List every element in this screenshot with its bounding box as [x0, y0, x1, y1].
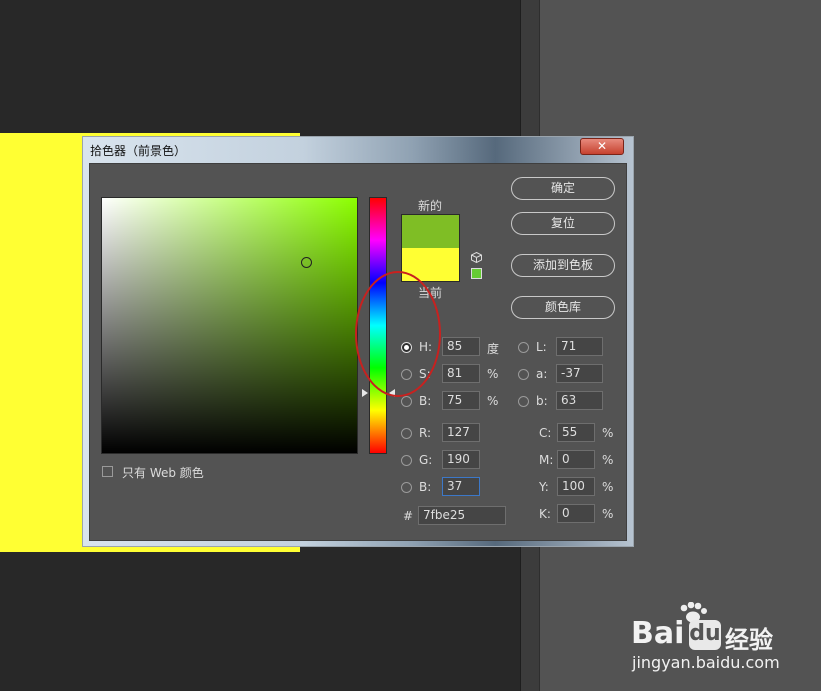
watermark-brand-right: du	[689, 620, 721, 650]
hex-label: #	[403, 509, 414, 523]
brightness-unit: %	[487, 394, 499, 408]
close-button[interactable]: ✕	[580, 138, 624, 155]
annotation-ellipse	[355, 271, 441, 397]
lab-b-label: b:	[536, 394, 548, 408]
color-field-cursor[interactable]	[301, 257, 312, 268]
new-color-label: 新的	[418, 199, 443, 213]
brightness-label: B:	[419, 394, 432, 408]
cyan-input[interactable]: 55	[557, 423, 595, 442]
magenta-label: M:	[539, 453, 554, 467]
saturation-unit: %	[487, 367, 499, 381]
lab-b-radio[interactable]	[518, 396, 529, 407]
green-radio[interactable]	[401, 455, 412, 466]
web-colors-only-label: 只有 Web 颜色	[122, 466, 204, 480]
lab-b-input[interactable]: 63	[556, 391, 603, 410]
color-field[interactable]	[101, 197, 358, 454]
brightness-input[interactable]: 75	[442, 391, 480, 410]
magenta-unit: %	[602, 453, 614, 467]
add-to-swatches-button[interactable]: 添加到色板	[511, 254, 615, 277]
red-radio[interactable]	[401, 428, 412, 439]
hue-unit: 度	[487, 342, 500, 356]
lab-a-radio[interactable]	[518, 369, 529, 380]
watermark-brand-left: Bai	[631, 616, 685, 651]
saturation-input[interactable]: 81	[442, 364, 480, 383]
black-label: K:	[539, 507, 551, 521]
blue-input[interactable]: 37	[442, 477, 480, 496]
ok-button[interactable]: 确定	[511, 177, 615, 200]
lab-l-radio[interactable]	[518, 342, 529, 353]
hue-input[interactable]: 85	[442, 337, 480, 356]
web-colors-only-checkbox[interactable]	[102, 466, 113, 477]
black-unit: %	[602, 507, 614, 521]
magenta-input[interactable]: 0	[557, 450, 595, 469]
watermark-url: jingyan.baidu.com	[632, 653, 780, 672]
lab-a-input[interactable]: -37	[556, 364, 603, 383]
red-input[interactable]: 127	[442, 423, 480, 442]
yellow-label: Y:	[539, 480, 549, 494]
hue-slider-left-arrow-icon[interactable]	[362, 389, 368, 397]
lab-a-label: a:	[536, 367, 548, 381]
brightness-radio[interactable]	[401, 396, 412, 407]
hex-input[interactable]: 7fbe25	[418, 506, 506, 525]
blue-label: B:	[419, 480, 432, 494]
cube-icon[interactable]	[471, 252, 482, 263]
dialog-title: 拾色器（前景色）	[90, 144, 187, 158]
yellow-input[interactable]: 100	[557, 477, 595, 496]
watermark-brand-cn: 经验	[725, 626, 773, 654]
web-safe-color-swatch[interactable]	[471, 268, 482, 279]
lab-l-label: L:	[536, 340, 547, 354]
dialog-titlebar[interactable]: 拾色器（前景色） ✕	[83, 137, 633, 161]
green-label: G:	[419, 453, 433, 467]
cyan-label: C:	[539, 426, 552, 440]
red-label: R:	[419, 426, 432, 440]
reset-button[interactable]: 复位	[511, 212, 615, 235]
new-color-swatch	[401, 214, 460, 248]
cyan-unit: %	[602, 426, 614, 440]
green-input[interactable]: 190	[442, 450, 480, 469]
yellow-unit: %	[602, 480, 614, 494]
black-input[interactable]: 0	[557, 504, 595, 523]
color-libraries-button[interactable]: 颜色库	[511, 296, 615, 319]
blue-radio[interactable]	[401, 482, 412, 493]
lab-l-input[interactable]: 71	[556, 337, 603, 356]
